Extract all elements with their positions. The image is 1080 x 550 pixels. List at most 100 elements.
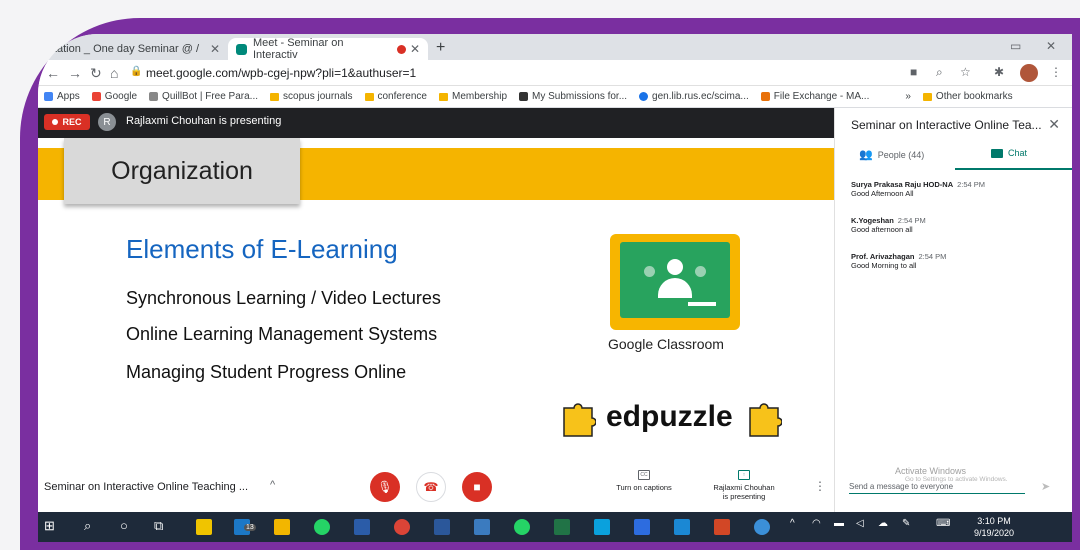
- volume-icon[interactable]: ◁: [856, 518, 864, 529]
- search-icon[interactable]: ⌕: [84, 518, 91, 534]
- bookmark-apps[interactable]: Apps: [44, 91, 80, 102]
- calendar-icon[interactable]: [634, 519, 650, 535]
- mic-off-button[interactable]: 🎙: [370, 472, 400, 502]
- message-sender: Prof. Arivazhagan: [851, 252, 915, 261]
- camera-icon[interactable]: ■: [910, 65, 917, 79]
- chevron-up-icon[interactable]: ^: [270, 479, 275, 491]
- forward-icon[interactable]: →: [68, 65, 82, 81]
- app-icon[interactable]: [674, 519, 690, 535]
- bookmark-google[interactable]: Google: [91, 91, 137, 102]
- tab-meet[interactable]: Meet - Seminar on Interactiv ✕: [228, 37, 428, 61]
- chat-message: K.Yogeshan 2:54 PM Good afternoon all: [851, 216, 1061, 234]
- camera-off-button[interactable]: ■: [462, 472, 492, 502]
- people-icon: 👥: [859, 149, 873, 161]
- google-classroom-logo: [610, 234, 740, 330]
- folder-icon: [364, 92, 374, 101]
- keyboard-icon[interactable]: ⌨: [936, 518, 950, 529]
- slide-item: Managing Student Progress Online: [126, 362, 407, 382]
- sticky-notes-icon[interactable]: [196, 519, 212, 535]
- bookmark-submissions[interactable]: My Submissions for...: [519, 91, 627, 102]
- bookmark-other[interactable]: Other bookmarks: [922, 91, 1013, 102]
- presentation-slide: Organization Elements of E-Learning Sync…: [38, 138, 834, 464]
- app-icon[interactable]: [354, 519, 370, 535]
- slide-item: Synchronous Learning / Video Lectures: [126, 288, 441, 308]
- wifi-icon[interactable]: ◠: [812, 518, 821, 529]
- close-icon[interactable]: ✕: [210, 42, 220, 56]
- send-icon[interactable]: ➤: [1041, 480, 1050, 493]
- word-icon[interactable]: [434, 519, 450, 535]
- task-view-icon[interactable]: ⧉: [154, 518, 163, 534]
- whatsapp-icon[interactable]: [514, 519, 530, 535]
- url-field[interactable]: meet.google.com/wpb-cgej-npw?pli=1&authu…: [146, 66, 416, 80]
- back-icon[interactable]: ←: [46, 65, 60, 81]
- bookmarks-overflow[interactable]: »: [905, 91, 911, 102]
- tab-chat[interactable]: Chat: [991, 148, 1027, 158]
- bookmark-conference[interactable]: conference: [364, 91, 427, 102]
- restore-icon[interactable]: ▭: [1010, 39, 1021, 53]
- bookmark-quillbot[interactable]: QuillBot | Free Para...: [149, 91, 258, 102]
- powerpoint-icon[interactable]: [714, 519, 730, 535]
- system-clock[interactable]: 3:10 PM 9/19/2020: [974, 515, 1014, 539]
- bookmark-membership[interactable]: Membership: [438, 91, 507, 102]
- chevron-up-icon[interactable]: ^: [790, 518, 795, 529]
- new-tab-button[interactable]: +: [436, 39, 445, 57]
- pen-icon[interactable]: ✎: [902, 518, 910, 529]
- chat-message: Prof. Arivazhagan 2:54 PM Good Morning to…: [851, 252, 1061, 270]
- present-icon: ↑: [738, 470, 750, 480]
- notification-badge: 13: [244, 524, 256, 531]
- chat-message-input[interactable]: Send a message to everyone: [849, 482, 1025, 494]
- app-icon[interactable]: [474, 519, 490, 535]
- zoom-icon[interactable]: ⌕: [936, 65, 943, 80]
- file-explorer-icon[interactable]: [274, 519, 290, 535]
- profile-avatar[interactable]: [1020, 64, 1038, 82]
- address-bar: ← → ↻ ⌂ 🔒 meet.google.com/wpb-cgej-npw?p…: [38, 60, 1072, 86]
- folder-icon: [922, 92, 932, 101]
- windows-start-icon[interactable]: ⊞: [44, 518, 55, 534]
- excel-icon[interactable]: [554, 519, 570, 535]
- reload-icon[interactable]: ↻: [90, 65, 102, 82]
- captions-button[interactable]: CC Turn on captions: [606, 470, 682, 492]
- bookmark-scopus[interactable]: scopus journals: [270, 91, 353, 102]
- meeting-title[interactable]: Seminar on Interactive Online Teaching .…: [44, 481, 248, 493]
- presenting-button[interactable]: ↑ Rajlaxmi Chouhan is presenting: [706, 470, 782, 501]
- battery-icon[interactable]: ▬: [834, 518, 844, 529]
- extensions-icon[interactable]: ✱: [994, 65, 1004, 79]
- teacher-icon: [667, 259, 683, 275]
- home-icon[interactable]: ⌂: [110, 65, 118, 81]
- tab-label: vitation _ One day Seminar @ /: [46, 43, 200, 55]
- star-icon[interactable]: ☆: [960, 65, 971, 79]
- chat-panel: Seminar on Interactive Online Tea... ✕ 👥…: [834, 108, 1072, 512]
- lock-icon[interactable]: 🔒: [130, 66, 142, 77]
- chrome-icon[interactable]: [394, 519, 410, 535]
- message-time: 2:54 PM: [918, 252, 947, 261]
- close-icon[interactable]: ✕: [1048, 116, 1060, 133]
- tab-people[interactable]: 👥 People (44): [859, 148, 924, 161]
- help-icon[interactable]: [754, 519, 770, 535]
- slide-heading: Elements of E-Learning: [126, 234, 398, 264]
- puzzle-icon: [563, 403, 596, 437]
- menu-icon[interactable]: ⋮: [1050, 65, 1062, 79]
- tab-invitation[interactable]: vitation _ One day Seminar @ / ✕: [38, 38, 228, 60]
- mic-off-icon: 🎙: [377, 480, 393, 494]
- classroom-label: Google Classroom: [608, 336, 724, 352]
- recording-badge: REC: [44, 114, 90, 130]
- message-time: 2:54 PM: [897, 216, 926, 225]
- bookmark-genlib[interactable]: gen.lib.rus.ec/scima...: [639, 91, 749, 102]
- cortana-icon[interactable]: ○: [120, 518, 128, 533]
- cloud-icon[interactable]: ☁: [878, 518, 888, 529]
- phone-icon: ☎: [423, 480, 439, 494]
- close-icon[interactable]: ✕: [410, 42, 420, 56]
- hang-up-button[interactable]: ☎: [416, 472, 446, 502]
- chat-icon: [991, 148, 1003, 158]
- recording-dot-icon: [396, 44, 406, 54]
- panel-title: Seminar on Interactive Online Tea...: [851, 118, 1042, 132]
- globe-icon: [639, 92, 649, 101]
- app-icon[interactable]: [594, 519, 610, 535]
- tab-bar: vitation _ One day Seminar @ / ✕ Meet - …: [38, 34, 1072, 61]
- presenter-avatar: R: [98, 113, 116, 131]
- bookmark-file-exchange[interactable]: File Exchange - MA...: [760, 91, 869, 102]
- student-icon: [695, 266, 706, 277]
- whatsapp-icon[interactable]: [314, 519, 330, 535]
- window-close-icon[interactable]: ✕: [1046, 39, 1056, 53]
- more-options-icon[interactable]: ⋮: [814, 479, 826, 493]
